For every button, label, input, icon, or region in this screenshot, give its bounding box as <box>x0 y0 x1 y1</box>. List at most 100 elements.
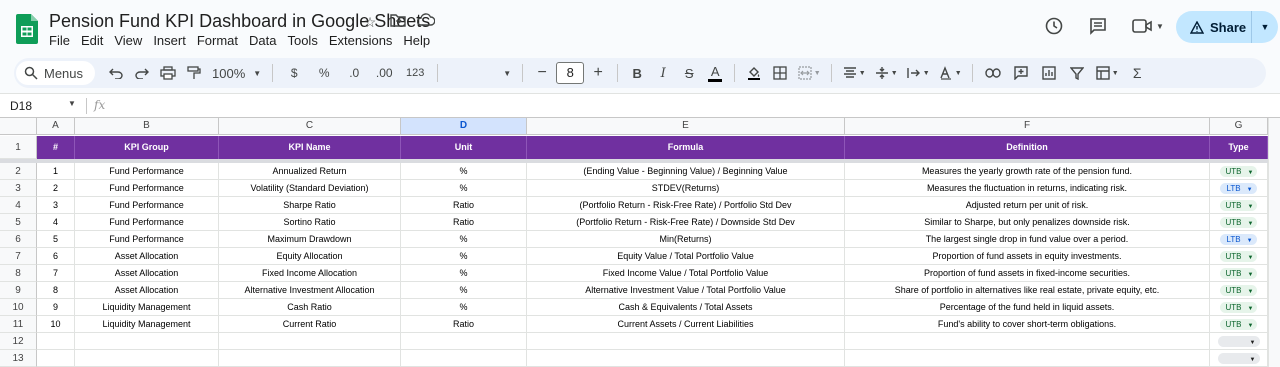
table-cell[interactable]: Current Ratio <box>219 316 401 333</box>
column-header-b[interactable]: B <box>75 118 219 135</box>
undo-icon[interactable] <box>104 61 128 85</box>
row-header[interactable]: 7 <box>0 248 37 265</box>
table-cell[interactable]: Measures the yearly growth rate of the p… <box>845 163 1210 180</box>
table-cell[interactable]: Current Assets / Current Liabilities <box>527 316 845 333</box>
table-cell[interactable]: STDEV(Returns) <box>527 180 845 197</box>
row-header[interactable]: 10 <box>0 299 37 316</box>
type-chip[interactable]: UTB ▼ <box>1219 166 1258 177</box>
table-cell[interactable]: 6 <box>37 248 75 265</box>
filter-icon[interactable] <box>1064 61 1090 85</box>
redo-icon[interactable] <box>130 61 154 85</box>
increase-font-size-icon[interactable]: + <box>586 61 610 85</box>
type-chip[interactable]: UTB ▼ <box>1219 251 1258 262</box>
header-cell[interactable]: KPI Group <box>75 136 219 159</box>
column-header-c[interactable]: C <box>219 118 401 135</box>
table-cell[interactable]: % <box>401 265 527 282</box>
table-cell[interactable]: 2 <box>37 180 75 197</box>
row-header[interactable]: 6 <box>0 231 37 248</box>
decrease-font-size-icon[interactable]: − <box>530 61 554 85</box>
share-dropdown-icon[interactable]: ▼ <box>1252 22 1278 32</box>
insert-chart-icon[interactable] <box>1036 61 1062 85</box>
menu-file[interactable]: File <box>49 33 78 48</box>
select-all-corner[interactable] <box>0 118 37 135</box>
type-chip[interactable]: UTB ▼ <box>1219 200 1258 211</box>
row-header[interactable]: 13 <box>0 350 37 367</box>
horizontal-align-icon[interactable]: ▼ <box>839 61 869 85</box>
type-dropdown-cell[interactable]: UTB ▼ <box>1210 265 1268 282</box>
font-family-select[interactable]: ▼ <box>445 61 515 85</box>
table-cell[interactable]: Alternative Investment Allocation <box>219 282 401 299</box>
column-header-g[interactable]: G <box>1210 118 1268 135</box>
vertical-align-icon[interactable]: ▼ <box>871 61 901 85</box>
menu-insert[interactable]: Insert <box>153 33 194 48</box>
table-cell[interactable] <box>527 350 845 367</box>
table-cell[interactable]: Alternative Investment Value / Total Por… <box>527 282 845 299</box>
type-dropdown-cell[interactable]: UTB ▼ <box>1210 163 1268 180</box>
table-cell[interactable]: (Portfolio Return - Risk-Free Rate) / Do… <box>527 214 845 231</box>
type-dropdown-cell[interactable]: LTB ▼ <box>1210 231 1268 248</box>
row-header[interactable]: 1 <box>0 136 37 159</box>
row-header[interactable]: 9 <box>0 282 37 299</box>
table-cell[interactable]: Min(Returns) <box>527 231 845 248</box>
menu-tools[interactable]: Tools <box>287 33 325 48</box>
table-cell[interactable] <box>75 333 219 350</box>
table-cell[interactable] <box>845 333 1210 350</box>
table-cell[interactable]: 1 <box>37 163 75 180</box>
table-cell[interactable]: 5 <box>37 231 75 248</box>
type-chip[interactable]: UTB ▼ <box>1219 217 1258 228</box>
move-folder-icon[interactable] <box>388 12 408 32</box>
menu-view[interactable]: View <box>114 33 150 48</box>
type-dropdown-cell[interactable]: UTB ▼ <box>1210 214 1268 231</box>
table-cell[interactable]: Percentage of the fund held in liquid as… <box>845 299 1210 316</box>
table-cell[interactable]: % <box>401 231 527 248</box>
type-dropdown-cell[interactable]: ▼ <box>1210 350 1268 367</box>
table-cell[interactable]: Asset Allocation <box>75 248 219 265</box>
table-cell[interactable]: Cash & Equivalents / Total Assets <box>527 299 845 316</box>
header-cell[interactable]: Formula <box>527 136 845 159</box>
type-dropdown-cell[interactable]: ▼ <box>1210 333 1268 350</box>
header-cell[interactable]: Unit <box>401 136 527 159</box>
comments-icon[interactable] <box>1084 12 1112 40</box>
table-cell[interactable]: Proportion of fund assets in equity inve… <box>845 248 1210 265</box>
header-cell[interactable]: Type <box>1210 136 1268 159</box>
type-chip[interactable]: ▼ <box>1217 353 1260 364</box>
table-cell[interactable] <box>845 350 1210 367</box>
table-cell[interactable]: % <box>401 180 527 197</box>
table-cell[interactable]: 3 <box>37 197 75 214</box>
table-cell[interactable]: Fund Performance <box>75 180 219 197</box>
table-cell[interactable]: Fund Performance <box>75 163 219 180</box>
table-cell[interactable]: 9 <box>37 299 75 316</box>
table-cell[interactable]: Liquidity Management <box>75 299 219 316</box>
type-dropdown-cell[interactable]: UTB ▼ <box>1210 282 1268 299</box>
currency-format-button[interactable]: $ <box>280 61 308 85</box>
spreadsheet-grid[interactable]: A B C D E F G 1 2 3 4 5 6 7 8 9 10 11 12 13 # KPI Group KPI Na… <box>0 117 1280 367</box>
menu-data[interactable]: Data <box>249 33 284 48</box>
insert-link-icon[interactable] <box>980 61 1006 85</box>
table-cell[interactable]: Sortino Ratio <box>219 214 401 231</box>
menu-extensions[interactable]: Extensions <box>329 33 401 48</box>
header-cell[interactable]: # <box>37 136 75 159</box>
table-cell[interactable]: The largest single drop in fund value ov… <box>845 231 1210 248</box>
column-header-e[interactable]: E <box>527 118 845 135</box>
type-dropdown-cell[interactable]: UTB ▼ <box>1210 316 1268 333</box>
table-cell[interactable]: Fund Performance <box>75 197 219 214</box>
table-cell[interactable]: Asset Allocation <box>75 282 219 299</box>
paint-format-icon[interactable] <box>182 61 206 85</box>
text-rotation-icon[interactable]: ▼ <box>935 61 965 85</box>
type-chip[interactable]: UTB ▼ <box>1219 319 1258 330</box>
decrease-decimal-button[interactable]: .0 <box>340 61 368 85</box>
row-header[interactable]: 4 <box>0 197 37 214</box>
header-cell[interactable]: Definition <box>845 136 1210 159</box>
type-dropdown-cell[interactable]: UTB ▼ <box>1210 299 1268 316</box>
table-cell[interactable]: 8 <box>37 282 75 299</box>
percent-format-button[interactable]: % <box>310 61 338 85</box>
table-cell[interactable]: 10 <box>37 316 75 333</box>
table-cell[interactable]: Equity Allocation <box>219 248 401 265</box>
type-chip[interactable]: ▼ <box>1217 336 1260 347</box>
table-cell[interactable]: Fund's ability to cover short-term oblig… <box>845 316 1210 333</box>
type-dropdown-cell[interactable]: UTB ▼ <box>1210 197 1268 214</box>
table-cell[interactable]: Sharpe Ratio <box>219 197 401 214</box>
table-cell[interactable]: Annualized Return <box>219 163 401 180</box>
name-box[interactable]: D18 <box>10 99 32 113</box>
meet-icon[interactable]: ▼ <box>1128 12 1168 40</box>
